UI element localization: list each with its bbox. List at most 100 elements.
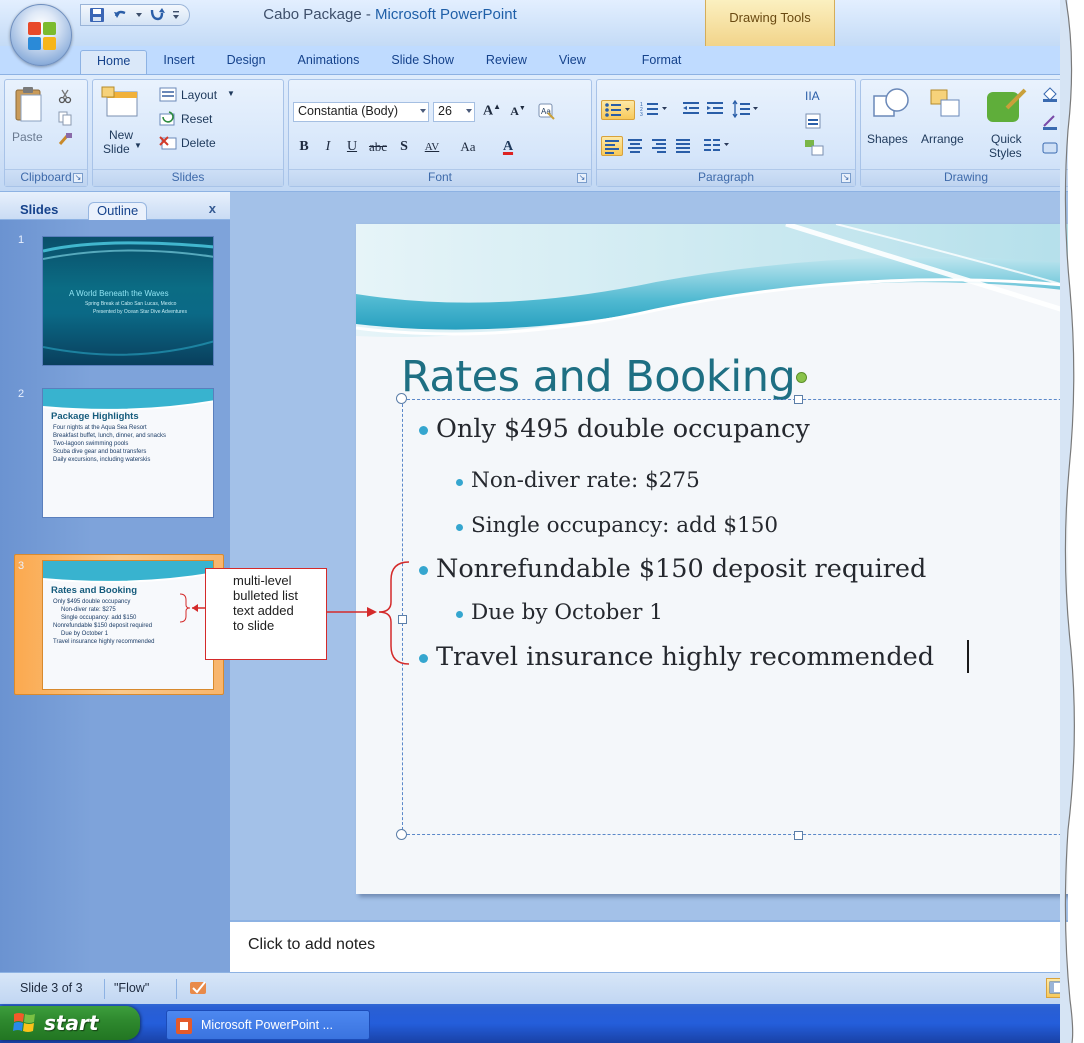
slide-thumbnail-1[interactable]: A World Beneath the Waves Spring Break a… [42, 236, 214, 366]
justify-button[interactable] [673, 136, 695, 156]
thumbnail-title: A World Beneath the Waves [69, 289, 169, 298]
tab-review[interactable]: Review [470, 50, 543, 74]
font-name-combobox[interactable]: Constantia (Body) [293, 102, 429, 122]
shape-outline-icon[interactable] [1041, 114, 1059, 130]
copy-icon[interactable] [57, 110, 73, 126]
columns-button[interactable] [701, 136, 733, 156]
spelling-check-icon[interactable] [188, 978, 210, 998]
paste-button[interactable]: Paste [11, 86, 47, 158]
office-button[interactable] [10, 4, 72, 66]
slide-number: 3 [18, 560, 25, 572]
shape-fill-icon[interactable] [1041, 86, 1059, 102]
slide-canvas[interactable]: Rates and Booking Only $495 double occup… [356, 224, 1068, 894]
text-direction-icon: IIA [805, 89, 820, 103]
bullet-level-2[interactable]: Single occupancy: add $150 [455, 513, 778, 538]
text-shadow-button[interactable]: S [393, 136, 415, 158]
thumbnail-bullet: Only $495 double occupancy [53, 599, 131, 605]
format-painter-icon[interactable] [57, 132, 73, 148]
line-spacing-button[interactable] [731, 99, 763, 120]
quick-styles-button[interactable]: Quick Styles [979, 86, 1035, 166]
tab-format[interactable]: Format [626, 50, 698, 74]
numbering-button[interactable]: 123 [639, 100, 673, 120]
align-right-button[interactable] [649, 136, 671, 156]
font-dialog-launcher[interactable]: ↘ [577, 173, 587, 183]
resize-handle[interactable] [794, 831, 803, 840]
convert-to-smartart-button[interactable] [803, 138, 829, 158]
font-size-combobox[interactable]: 26 [433, 102, 475, 122]
rotation-handle[interactable] [796, 372, 807, 383]
resize-handle[interactable] [396, 829, 407, 840]
tab-home[interactable]: Home [80, 50, 148, 74]
shape-effects-icon[interactable] [1041, 140, 1059, 156]
underline-button[interactable]: U [341, 136, 363, 158]
bold-button[interactable]: B [293, 136, 315, 158]
cut-icon[interactable] [57, 88, 73, 104]
align-center-button[interactable] [625, 136, 647, 156]
ribbon: Paste Clipboard ↘ New Slide ▼ Layout ▼ R… [0, 74, 1068, 192]
paragraph-group: 123 IIA Paragraph ↘ [596, 79, 856, 187]
shapes-button[interactable]: Shapes [865, 86, 919, 166]
grow-font-button[interactable]: A▲ [481, 100, 503, 122]
text-direction-button[interactable]: IIA [803, 86, 829, 106]
bullets-button[interactable] [601, 100, 635, 120]
slide-title[interactable]: Rates and Booking [401, 352, 796, 402]
thumbnail-wave-decoration [43, 340, 213, 356]
bullet-level-2[interactable]: Due by October 1 [456, 600, 663, 625]
change-case-button[interactable]: Aa [453, 136, 483, 158]
clear-formatting-icon: Aa [538, 103, 555, 120]
start-label: start [44, 1011, 99, 1035]
strikethrough-button[interactable]: abc [365, 136, 391, 158]
tab-animations[interactable]: Animations [282, 50, 376, 74]
paragraph-dialog-launcher[interactable]: ↘ [841, 173, 851, 183]
bullet-level-1[interactable]: Travel insurance highly recommended [418, 642, 934, 672]
slide-wave-decoration [356, 224, 1068, 364]
tab-slide-show[interactable]: Slide Show [375, 50, 470, 74]
align-text-button[interactable] [803, 112, 829, 132]
font-size-dropdown-icon[interactable] [466, 109, 472, 113]
resize-handle[interactable] [794, 395, 803, 404]
clipboard-dialog-launcher[interactable]: ↘ [73, 173, 83, 183]
start-button[interactable]: start [0, 1006, 140, 1040]
character-spacing-button[interactable]: AV [417, 136, 447, 158]
tab-view[interactable]: View [543, 50, 602, 74]
thumbnail-bullet: Scuba dive gear and boat transfers [53, 449, 147, 455]
thumbnail-bullet: Nonrefundable $150 deposit required [53, 623, 153, 629]
windows-logo-icon [13, 1013, 35, 1032]
align-left-button[interactable] [601, 136, 623, 156]
slide-thumbnail-2[interactable]: Package Highlights Four nights at the Aq… [42, 388, 214, 518]
torn-edge-decoration [1060, 0, 1075, 1043]
resize-handle[interactable] [396, 393, 407, 404]
new-slide-dropdown-icon: ▼ [134, 141, 142, 150]
clear-formatting-button[interactable]: Aa [535, 100, 557, 122]
tab-design[interactable]: Design [211, 50, 282, 74]
bullet-level-2[interactable]: Non-diver rate: $275 [456, 468, 700, 493]
increase-indent-button[interactable] [705, 100, 727, 120]
thumbnail-bullet: Two-lagoon swimming pools [53, 441, 129, 447]
thumbnail-wave-decoration [43, 241, 213, 260]
justify-icon [676, 139, 690, 153]
close-pane-icon[interactable]: x [209, 201, 216, 216]
svg-text:IIA: IIA [805, 89, 820, 103]
new-slide-button[interactable]: New Slide ▼ [99, 86, 149, 166]
decrease-indent-button[interactable] [681, 100, 703, 120]
reset-button[interactable]: Reset [159, 110, 269, 130]
outline-pane-tab[interactable]: Outline [88, 202, 148, 220]
tab-insert[interactable]: Insert [147, 50, 210, 74]
italic-button[interactable]: I [317, 136, 339, 158]
taskbar-button-powerpoint[interactable]: Microsoft PowerPoint ... [166, 1010, 370, 1040]
arrange-button[interactable]: Arrange [921, 86, 977, 166]
bullet-level-1[interactable]: Nonrefundable $150 deposit required [418, 554, 926, 584]
callout-line: bulleted list [233, 588, 299, 603]
thumbnail-bullet: Due by October 1 [61, 631, 109, 637]
bullet-level-1[interactable]: Only $495 double occupancy [419, 414, 810, 444]
layout-button[interactable]: Layout ▼ [159, 86, 269, 106]
font-group: Constantia (Body) 26 A▲ A▼ Aa B I U abc … [288, 79, 592, 187]
layout-icon [159, 87, 177, 102]
font-name-dropdown-icon[interactable] [420, 109, 426, 113]
delete-slide-button[interactable]: Delete [159, 134, 269, 154]
notes-placeholder[interactable]: Click to add notes [248, 936, 375, 954]
font-color-button[interactable]: A [495, 136, 521, 158]
notes-pane[interactable]: Click to add notes [230, 920, 1068, 972]
shrink-font-button[interactable]: A▼ [507, 100, 529, 122]
slides-pane-tab[interactable]: Slides [12, 202, 66, 220]
